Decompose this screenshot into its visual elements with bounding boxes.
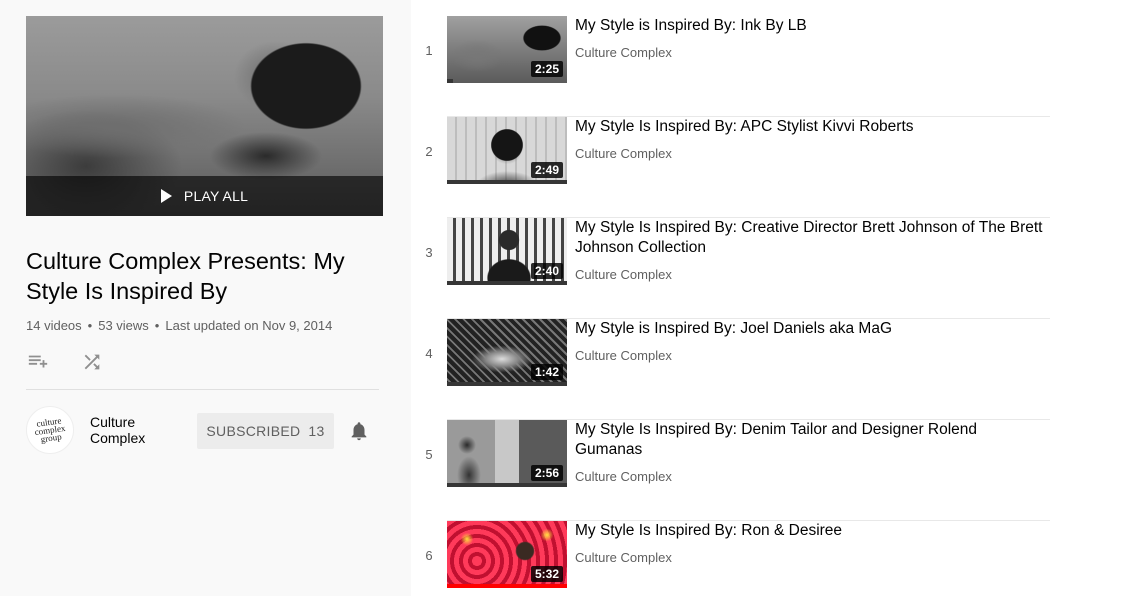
shuffle-button[interactable] [80,350,104,374]
last-updated: Last updated on Nov 9, 2014 [165,318,333,333]
video-thumbnail[interactable]: 2:40 [447,218,567,285]
video-title[interactable]: My Style Is Inspired By: Creative Direct… [575,218,1045,258]
watch-progress-bar [447,180,567,184]
video-duration: 2:40 [530,263,563,279]
channel-avatar[interactable]: culture complex group [26,406,74,454]
video-duration: 1:42 [530,364,563,380]
video-title[interactable]: My Style Is Inspired By: Ron & Desiree [575,521,1045,541]
add-to-queue-button[interactable] [26,350,50,374]
video-title[interactable]: My Style is Inspired By: Ink By LB [575,16,1045,36]
playlist-actions [26,350,104,374]
playlist-video-item[interactable]: 1 2:25 My Style is Inspired By: Ink By L… [425,16,1050,117]
playlist-video-item[interactable]: 3 2:40 My Style Is Inspired By: Creative… [425,218,1050,319]
video-index: 1 [425,43,433,58]
video-duration: 5:32 [530,566,563,582]
play-all-label: PLAY ALL [183,188,249,204]
video-thumbnail[interactable]: 2:56 [447,420,567,487]
video-title[interactable]: My Style Is Inspired By: Denim Tailor an… [575,420,1045,460]
channel-name[interactable]: Culture Complex [90,414,170,446]
video-index: 5 [425,447,433,462]
video-duration: 2:49 [530,162,563,178]
stats-separator: • [87,318,93,333]
playlist-add-icon [28,355,48,368]
watch-progress-bar [447,281,567,285]
video-channel[interactable]: Culture Complex [575,550,672,565]
video-index: 4 [425,346,433,361]
subscribed-button[interactable]: SUBSCRIBED 13 [197,413,334,449]
video-thumbnail[interactable]: 5:32 [447,521,567,588]
playlist-owner: culture complex group Culture Complex [26,406,170,454]
playlist-video-item[interactable]: 5 2:56 My Style Is Inspired By: Denim Ta… [425,420,1050,521]
shuffle-icon [84,354,100,370]
subscriber-count: 13 [308,423,325,439]
stats-separator: • [154,318,160,333]
watch-progress-bar [447,483,567,487]
video-duration: 2:56 [530,465,563,481]
video-title[interactable]: My Style is Inspired By: Joel Daniels ak… [575,319,1045,339]
video-channel[interactable]: Culture Complex [575,146,672,161]
video-channel[interactable]: Culture Complex [575,267,672,282]
video-index: 6 [425,548,433,563]
playlist-video-item[interactable]: 6 5:32 My Style Is Inspired By: Ron & De… [425,521,1050,596]
playlist-thumbnail[interactable]: PLAY ALL [26,16,383,216]
watch-progress-bar [447,79,453,83]
video-count: 14 videos [26,318,82,333]
watch-progress-bar [447,584,567,588]
video-channel[interactable]: Culture Complex [575,469,672,484]
video-index: 3 [425,245,433,260]
playlist-video-item[interactable]: 4 1:42 My Style is Inspired By: Joel Dan… [425,319,1050,420]
avatar-logo-text: culture complex group [33,415,67,445]
view-count: 53 views [98,318,149,333]
play-icon [160,189,172,203]
video-duration: 2:25 [530,61,563,77]
video-thumbnail[interactable]: 2:49 [447,117,567,184]
subscribe-label: SUBSCRIBED [206,423,301,439]
bell-icon [351,422,367,441]
video-channel[interactable]: Culture Complex [575,45,672,60]
playlist-stats: 14 videos • 53 views • Last updated on N… [26,318,332,333]
video-thumbnail[interactable]: 2:25 [447,16,567,83]
play-all-overlay[interactable]: PLAY ALL [26,176,383,216]
playlist-video-item[interactable]: 2 2:49 My Style Is Inspired By: APC Styl… [425,117,1050,218]
video-index: 2 [425,144,433,159]
video-channel[interactable]: Culture Complex [575,348,672,363]
sidebar-divider [26,389,379,390]
playlist-sidebar: PLAY ALL Culture Complex Presents: My St… [0,0,411,596]
video-thumbnail[interactable]: 1:42 [447,319,567,386]
video-title[interactable]: My Style Is Inspired By: APC Stylist Kiv… [575,117,1045,137]
playlist-title[interactable]: Culture Complex Presents: My Style Is In… [26,246,366,306]
notifications-button[interactable] [347,419,371,443]
watch-progress-bar [447,382,567,386]
